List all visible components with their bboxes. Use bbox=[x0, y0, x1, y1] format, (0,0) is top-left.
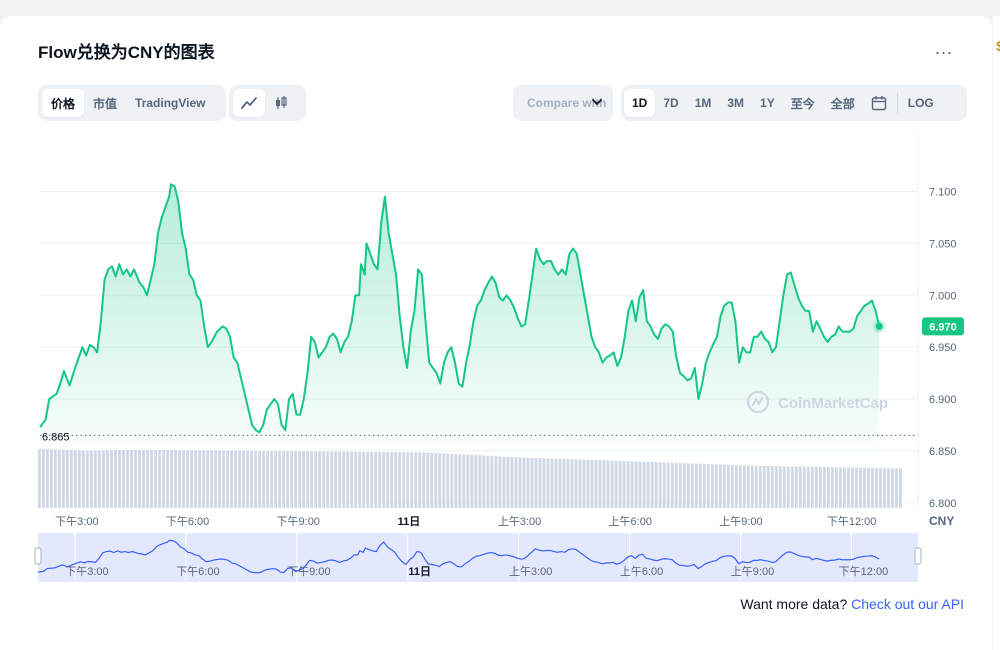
chart-type-tabs: 价格 市值 TradingView bbox=[38, 85, 226, 121]
compare-dropdown[interactable]: Compare with bbox=[513, 85, 613, 121]
range-3m[interactable]: 3M bbox=[719, 89, 752, 117]
adjacent-panel-edge bbox=[993, 16, 1000, 650]
time-range-tabs: 1D 7D 1M 3M 1Y 至今 全部 LOG bbox=[621, 85, 967, 121]
candlestick-button[interactable] bbox=[265, 89, 297, 117]
line-chart-icon bbox=[241, 97, 257, 109]
chart-style-toggle bbox=[229, 85, 306, 121]
chevron-down-icon bbox=[592, 99, 602, 105]
calendar-icon bbox=[871, 96, 886, 111]
candlestick-icon bbox=[276, 96, 287, 109]
api-link[interactable]: Check out our API bbox=[851, 596, 964, 612]
more-options-button[interactable]: ... bbox=[935, 38, 953, 59]
range-all[interactable]: 全部 bbox=[823, 89, 863, 117]
footer: Want more data? Check out our API bbox=[740, 596, 964, 612]
adjacent-panel-glyph: $ bbox=[996, 38, 1000, 54]
tab-price[interactable]: 价格 bbox=[42, 89, 85, 117]
calendar-button[interactable] bbox=[863, 89, 895, 117]
range-7d[interactable]: 7D bbox=[655, 89, 686, 117]
line-chart-button[interactable] bbox=[233, 89, 265, 117]
range-ytd[interactable]: 至今 bbox=[783, 89, 823, 117]
footer-text: Want more data? bbox=[740, 596, 848, 612]
range-divider bbox=[896, 93, 898, 113]
range-1d[interactable]: 1D bbox=[624, 89, 656, 117]
tab-tradingview[interactable]: TradingView bbox=[126, 89, 214, 117]
chart-title: Flow兑换为CNY的图表 bbox=[38, 43, 215, 62]
range-1y[interactable]: 1Y bbox=[752, 89, 783, 117]
tab-market-cap[interactable]: 市值 bbox=[84, 89, 126, 117]
range-1m[interactable]: 1M bbox=[687, 89, 720, 117]
log-scale-button[interactable]: LOG bbox=[900, 89, 942, 117]
